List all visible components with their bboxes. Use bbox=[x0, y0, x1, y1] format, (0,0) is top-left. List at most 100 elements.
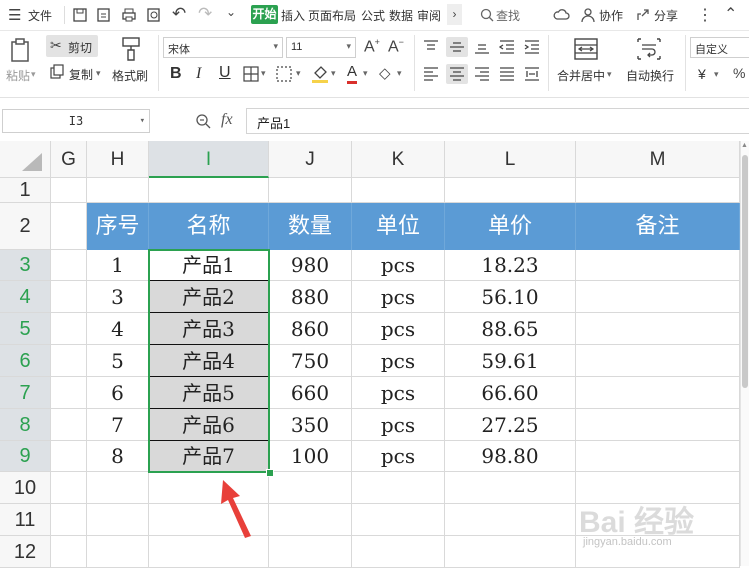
cell-m10[interactable] bbox=[576, 472, 740, 504]
vertical-scrollbar[interactable]: ▲ bbox=[740, 141, 749, 566]
print-icon[interactable] bbox=[121, 7, 137, 23]
font-size-select[interactable]: 11 ▾ bbox=[286, 37, 356, 58]
row-header-1[interactable]: 1 bbox=[0, 178, 51, 203]
increase-font-icon[interactable]: A+ bbox=[364, 37, 380, 56]
format-painter-icon[interactable] bbox=[120, 36, 142, 62]
wrap-text-label[interactable]: 自动换行 bbox=[626, 67, 674, 84]
align-left-icon[interactable] bbox=[423, 67, 439, 81]
row-header-8[interactable]: 8 bbox=[0, 409, 51, 441]
cell-l4[interactable]: 56.10 bbox=[445, 281, 576, 313]
quick-access-chevron-icon[interactable]: ⌄ bbox=[226, 5, 236, 19]
column-header-l[interactable]: L bbox=[445, 141, 576, 178]
undo-icon[interactable]: ↶ bbox=[172, 4, 186, 24]
merge-dropdown-icon[interactable]: ▾ bbox=[607, 69, 612, 80]
percent-icon[interactable]: % bbox=[733, 65, 745, 81]
paste-dropdown-icon[interactable]: ▾ bbox=[31, 69, 36, 80]
cell-h1[interactable] bbox=[87, 178, 149, 203]
collapse-ribbon-icon[interactable]: ⌃ bbox=[724, 4, 737, 24]
cell-k10[interactable] bbox=[352, 472, 445, 504]
cell-g9[interactable] bbox=[51, 441, 87, 472]
font-color-dropdown-icon[interactable]: ▾ bbox=[363, 68, 368, 79]
column-header-j[interactable]: J bbox=[269, 141, 352, 178]
cell-k3[interactable]: pcs bbox=[352, 250, 445, 281]
export-pdf-icon[interactable] bbox=[96, 7, 112, 23]
cell-j10[interactable] bbox=[269, 472, 352, 504]
header-cell-remarks[interactable]: 备注 bbox=[576, 203, 740, 250]
save-icon[interactable] bbox=[72, 7, 88, 23]
row-header-10[interactable]: 10 bbox=[0, 472, 51, 504]
column-header-h[interactable]: H bbox=[87, 141, 149, 178]
row-header-7[interactable]: 7 bbox=[0, 377, 51, 409]
borders-icon[interactable] bbox=[243, 66, 259, 82]
cell-l3[interactable]: 18.23 bbox=[445, 250, 576, 281]
format-painter-label[interactable]: 格式刷 bbox=[112, 67, 148, 84]
cell-j6[interactable]: 750 bbox=[269, 345, 352, 377]
header-cell-name[interactable]: 名称 bbox=[149, 203, 269, 250]
tab-insert[interactable]: 插入 bbox=[281, 7, 305, 24]
currency-button[interactable]: ¥ bbox=[698, 66, 706, 82]
header-cell-quantity[interactable]: 数量 bbox=[269, 203, 352, 250]
fill-pattern-dropdown-icon[interactable]: ▾ bbox=[296, 68, 301, 79]
cell-g7[interactable] bbox=[51, 377, 87, 409]
cell-g8[interactable] bbox=[51, 409, 87, 441]
clear-format-icon[interactable]: ◇ bbox=[379, 64, 391, 82]
merge-center-label[interactable]: 合并居中 bbox=[557, 67, 605, 84]
paste-label[interactable]: 粘贴 bbox=[6, 67, 30, 84]
cell-j7[interactable]: 660 bbox=[269, 377, 352, 409]
cell-m5[interactable] bbox=[576, 313, 740, 345]
cell-g5[interactable] bbox=[51, 313, 87, 345]
share-label[interactable]: 分享 bbox=[654, 7, 678, 24]
font-color-icon[interactable]: A bbox=[347, 63, 358, 84]
cell-l11[interactable] bbox=[445, 504, 576, 536]
print-preview-icon[interactable] bbox=[146, 7, 162, 23]
cell-m7[interactable] bbox=[576, 377, 740, 409]
cell-i8[interactable]: 产品6 bbox=[149, 409, 269, 441]
collaborate-icon[interactable] bbox=[580, 7, 596, 23]
cell-g4[interactable] bbox=[51, 281, 87, 313]
header-cell-price[interactable]: 单价 bbox=[445, 203, 576, 250]
cell-j3[interactable]: 980 bbox=[269, 250, 352, 281]
cell-l12[interactable] bbox=[445, 536, 576, 568]
hamburger-icon[interactable]: ☰ bbox=[8, 6, 21, 24]
cell-i10[interactable] bbox=[149, 472, 269, 504]
merge-center-icon[interactable] bbox=[574, 38, 598, 60]
cell-i3[interactable]: 产品1 bbox=[149, 250, 269, 281]
row-header-5[interactable]: 5 bbox=[0, 313, 51, 345]
cell-j4[interactable]: 880 bbox=[269, 281, 352, 313]
align-right-icon[interactable] bbox=[474, 67, 490, 81]
cell-k9[interactable]: pcs bbox=[352, 441, 445, 472]
column-header-k[interactable]: K bbox=[352, 141, 445, 178]
cell-g11[interactable] bbox=[51, 504, 87, 536]
cell-h10[interactable] bbox=[87, 472, 149, 504]
cell-k12[interactable] bbox=[352, 536, 445, 568]
cell-j9[interactable]: 100 bbox=[269, 441, 352, 472]
row-header-11[interactable]: 11 bbox=[0, 504, 51, 536]
search-label[interactable]: 查找 bbox=[496, 7, 520, 24]
cell-l9[interactable]: 98.80 bbox=[445, 441, 576, 472]
indent-increase-icon[interactable] bbox=[524, 40, 540, 54]
justify-icon[interactable] bbox=[499, 67, 515, 81]
align-bottom-icon[interactable] bbox=[474, 40, 490, 54]
fill-pattern-icon[interactable] bbox=[276, 66, 294, 82]
tab-start[interactable]: 开始 bbox=[251, 5, 278, 24]
align-top-icon[interactable] bbox=[423, 40, 439, 54]
cell-l5[interactable]: 88.65 bbox=[445, 313, 576, 345]
number-format-select[interactable]: 自定义 bbox=[690, 37, 749, 58]
cell-k7[interactable]: pcs bbox=[352, 377, 445, 409]
cell-m4[interactable] bbox=[576, 281, 740, 313]
cell-j5[interactable]: 860 bbox=[269, 313, 352, 345]
cell-l7[interactable]: 66.60 bbox=[445, 377, 576, 409]
file-menu[interactable]: 文件 bbox=[28, 7, 52, 24]
cell-l8[interactable]: 27.25 bbox=[445, 409, 576, 441]
cell-i6[interactable]: 产品4 bbox=[149, 345, 269, 377]
cell-i7[interactable]: 产品5 bbox=[149, 377, 269, 409]
cell-l1[interactable] bbox=[445, 178, 576, 203]
redo-icon[interactable]: ↷ bbox=[198, 4, 212, 24]
row-header-6[interactable]: 6 bbox=[0, 345, 51, 377]
cell-h3[interactable]: 1 bbox=[87, 250, 149, 281]
italic-button[interactable]: I bbox=[196, 65, 201, 83]
cell-h7[interactable]: 6 bbox=[87, 377, 149, 409]
cell-i12[interactable] bbox=[149, 536, 269, 568]
scroll-up-icon[interactable]: ▲ bbox=[741, 142, 748, 149]
copy-icon[interactable] bbox=[50, 64, 65, 79]
